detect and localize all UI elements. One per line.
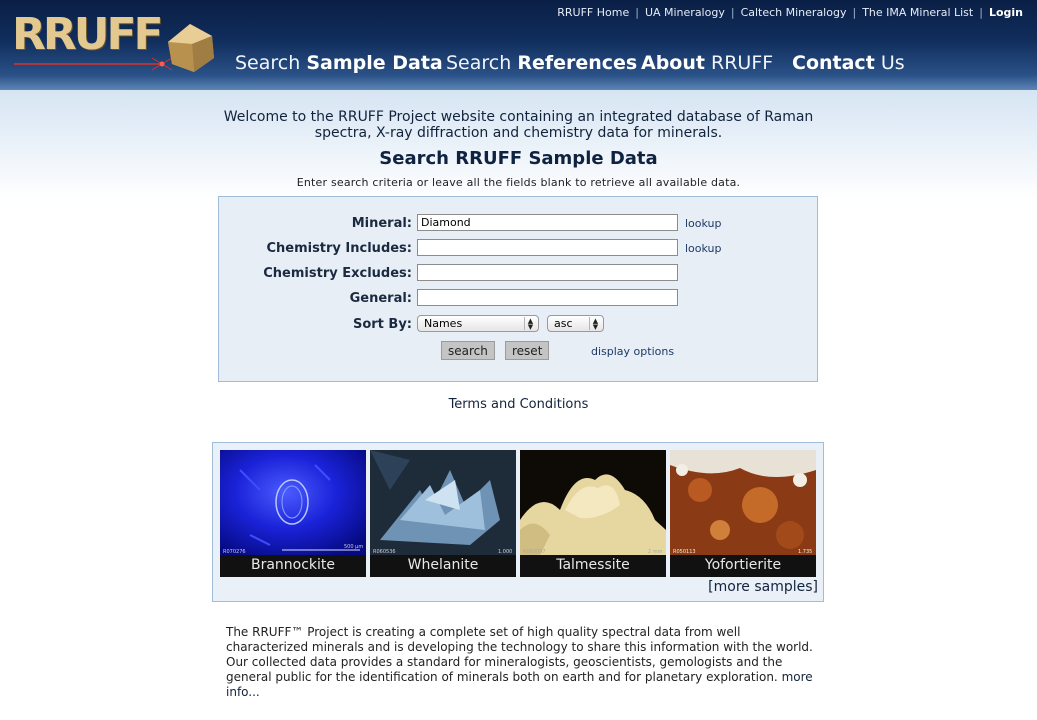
mineral-photo: R070276 500 μm: [220, 450, 366, 555]
scale-label: 1.735: [798, 549, 812, 555]
nav-search-sample-data[interactable]: Search Sample Data: [235, 52, 443, 74]
chemistry-excludes-input[interactable]: [417, 264, 678, 281]
mineral-photo: R060007 2 mm: [520, 450, 666, 555]
nav-light-text: Us: [874, 52, 905, 74]
form-row-chemistry-excludes: Chemistry Excludes:: [219, 264, 819, 284]
nav-contact-us[interactable]: Contact Us: [792, 52, 905, 74]
select-arrows-icon: ▲ ▼: [589, 317, 601, 331]
sample-whelanite[interactable]: R060536 1.000 Whelanite: [370, 450, 516, 577]
chemistry-excludes-label: Chemistry Excludes:: [263, 266, 412, 281]
form-row-buttons: search reset display options: [219, 341, 819, 361]
sample-gallery: R070276 500 μm Brannockite R060536 1.000…: [212, 442, 824, 602]
sample-name: Brannockite: [250, 557, 336, 573]
sample-name: Talmessite: [556, 557, 630, 573]
link-rruff-home[interactable]: RRUFF Home: [557, 6, 629, 19]
login-link[interactable]: Login: [989, 6, 1023, 19]
reset-button[interactable]: reset: [505, 341, 550, 360]
sort-by-label: Sort By:: [352, 317, 412, 332]
separator: |: [730, 6, 735, 19]
scale-label: 1.000: [498, 549, 512, 555]
form-row-mineral: Mineral: lookup: [219, 214, 819, 234]
mineral-photo: R050113 1.735: [670, 450, 816, 555]
sample-talmessite[interactable]: R060007 2 mm Talmessite: [520, 450, 666, 577]
header: RRUFF RRUFF Home | UA Mineralogy | Caltech M…: [0, 0, 1037, 90]
separator: |: [979, 6, 983, 19]
select-arrows-icon: ▲ ▼: [524, 317, 536, 331]
sort-field-select[interactable]: Names ▲ ▼: [417, 315, 539, 332]
search-form: Mineral: lookup Chemistry Includes: look…: [218, 196, 818, 382]
mineral-photo: R060536 1.000: [370, 450, 516, 555]
chemistry-includes-label: Chemistry Includes:: [266, 241, 412, 256]
nav-light-text: RRUFF: [704, 52, 774, 74]
more-samples-link[interactable]: [more samples]: [708, 579, 818, 595]
separator: |: [852, 6, 857, 19]
search-hint: Enter search criteria or leave all the f…: [296, 176, 741, 189]
link-ima-mineral-list[interactable]: The IMA Mineral List: [862, 6, 973, 19]
page-title: Search RRUFF Sample Data: [379, 148, 658, 169]
nav-bold-text: Sample Data: [306, 52, 443, 74]
scale-label: 2 mm: [648, 549, 663, 555]
search-button[interactable]: search: [441, 341, 495, 360]
nav-about-rruff[interactable]: About RRUFF: [641, 52, 773, 74]
sample-name: Yofortierite: [704, 557, 782, 573]
about-text: The RRUFF™ Project is creating a complet…: [226, 625, 813, 684]
mineral-label: Mineral:: [351, 216, 412, 231]
about-paragraph: The RRUFF™ Project is creating a complet…: [226, 625, 816, 700]
chemistry-includes-input[interactable]: [417, 239, 678, 256]
nav-search-references[interactable]: Search References: [446, 52, 637, 74]
nav-bold-text: About: [641, 52, 705, 74]
mineral-lookup-link[interactable]: lookup: [685, 217, 722, 230]
scale-label: 500 μm: [344, 544, 363, 550]
display-options-link[interactable]: display options: [591, 345, 674, 358]
sample-id-label: R060007: [523, 549, 546, 555]
crystal-icon: [168, 24, 214, 72]
mineral-input[interactable]: [417, 214, 678, 231]
sort-order-value: asc: [554, 317, 573, 330]
nav-bold-text: References: [517, 52, 638, 74]
sort-field-value: Names: [424, 317, 463, 330]
sample-id-label: R070276: [223, 549, 246, 555]
general-label: General:: [349, 291, 412, 306]
rruff-logo[interactable]: RRUFF: [12, 9, 214, 74]
sample-id-label: R050113: [673, 549, 696, 555]
logo-text: RRUFF: [12, 9, 164, 60]
form-row-general: General:: [219, 289, 819, 309]
chemistry-lookup-link[interactable]: lookup: [685, 242, 722, 255]
terms-link[interactable]: Terms and Conditions: [0, 397, 1037, 412]
general-input[interactable]: [417, 289, 678, 306]
nav-light-text: Search: [235, 52, 307, 74]
top-links: RRUFF Home | UA Mineralogy | Caltech Mineral…: [557, 6, 1023, 19]
nav-light-text: Search: [446, 52, 518, 74]
sample-id-label: R060536: [373, 549, 396, 555]
form-row-chemistry-includes: Chemistry Includes: lookup: [219, 239, 819, 259]
sample-brannockite[interactable]: R070276 500 μm Brannockite: [220, 450, 366, 577]
separator: |: [635, 6, 639, 19]
sort-order-select[interactable]: asc ▲ ▼: [547, 315, 604, 332]
nav-bold-text: Contact: [792, 52, 875, 74]
sample-yofortierite[interactable]: R050113 1.735 Yofortierite: [670, 450, 816, 577]
link-caltech-mineralogy[interactable]: Caltech Mineralogy: [741, 6, 847, 19]
form-row-sort: Sort By: Names ▲ ▼ asc ▲ ▼: [219, 315, 819, 335]
sample-name: Whelanite: [407, 557, 479, 573]
welcome-text: Welcome to the RRUFF Project website con…: [223, 109, 814, 141]
link-ua-mineralogy[interactable]: UA Mineralogy: [645, 6, 725, 19]
